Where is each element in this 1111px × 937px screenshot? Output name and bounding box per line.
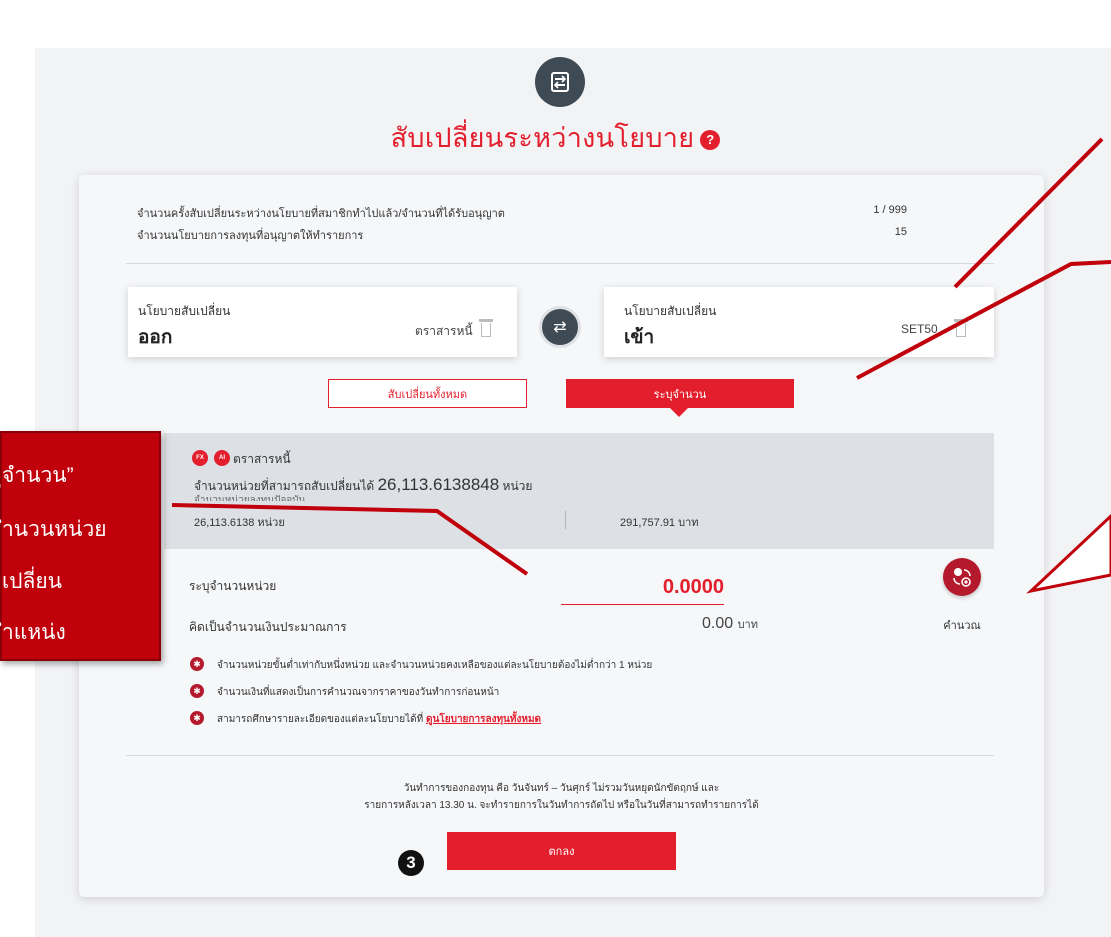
page-title: สับเปลี่ยนระหว่างนโยบาย? bbox=[0, 116, 1111, 159]
calculate-label: คำนวณ bbox=[943, 620, 981, 632]
step-number-badge: 3 bbox=[398, 850, 424, 876]
switch-count-label: จำนวนครั้งสับเปลี่ยนระหว่างนโยบายที่สมาช… bbox=[137, 208, 505, 220]
annotation-callout: ุจำนวน” ำนวนหน่วย เปลี่ยน ำแหน่ง bbox=[0, 431, 161, 661]
holding-label: จำนวนหน่วยลงทุนปัจจุบัน bbox=[194, 495, 306, 501]
trash-icon[interactable] bbox=[479, 319, 493, 337]
exchange-icon bbox=[535, 57, 585, 107]
estimate-unit: บาท bbox=[737, 619, 758, 631]
note-3: สามารถศึกษารายละเอียดของแต่ละนโยบายได้ที… bbox=[217, 712, 541, 727]
allowed-policies-value: 15 bbox=[894, 226, 907, 238]
callout-line-3: เปลี่ยน bbox=[2, 570, 63, 593]
callout-line-4: ำแหน่ง bbox=[2, 621, 66, 644]
switch-out-fund: ตราสารหนี้ bbox=[415, 324, 473, 338]
confirm-button[interactable]: ตกลง bbox=[447, 832, 676, 870]
note-1: จำนวนหน่วยขั้นต่ำเท่ากับหนึ่งหน่วย และจำ… bbox=[217, 660, 653, 671]
divider bbox=[126, 263, 994, 264]
page-title-text: สับเปลี่ยนระหว่างนโยบาย bbox=[390, 123, 695, 153]
switch-out-label: นโยบายสับเปลี่ยน bbox=[138, 304, 231, 318]
divider bbox=[126, 755, 994, 756]
estimate-value: 0.00 บาท bbox=[601, 615, 758, 633]
ai-badge: AI bbox=[214, 450, 230, 466]
allowed-policies-label: จำนวนนโยบายการลงทุนที่อนุญาตให้ทำรายการ bbox=[137, 230, 364, 242]
active-tab-indicator bbox=[670, 408, 688, 417]
tab-specify-amount[interactable]: ระบุจำนวน bbox=[566, 379, 794, 408]
calculate-button[interactable] bbox=[943, 558, 981, 596]
switch-in-direction: เข้า bbox=[624, 327, 655, 348]
all-policies-link[interactable]: ดูนโยบายการลงทุนทั้งหมด bbox=[426, 714, 541, 725]
note-bullet-icon: ✱ bbox=[190, 657, 204, 671]
available-units-value: 26,113.6138848 bbox=[377, 475, 500, 494]
available-suffix: หน่วย bbox=[502, 479, 533, 493]
estimate-label: คิดเป็นจำนวนเงินประมาณการ bbox=[189, 620, 347, 634]
switch-in-fund: SET50 bbox=[901, 322, 938, 336]
switch-count-value: 1 / 999 bbox=[873, 204, 907, 216]
allowed-policies-row: จำนวนนโยบายการลงทุนที่อนุญาตให้ทำรายการ … bbox=[137, 226, 907, 244]
note-2: จำนวนเงินที่แสดงเป็นการคำนวณจากราคาของวั… bbox=[217, 687, 500, 698]
available-prefix: จำนวนหน่วยที่สามารถสับเปลี่ยนได้ bbox=[194, 479, 375, 493]
switch-count-row: จำนวนครั้งสับเปลี่ยนระหว่างนโยบายที่สมาช… bbox=[137, 204, 907, 222]
switch-out-direction: ออก bbox=[138, 327, 173, 348]
callout-line-2: ำนวนหน่วย bbox=[2, 518, 107, 541]
holding-separator bbox=[565, 511, 566, 529]
fund-name: ตราสารหนี้ bbox=[233, 452, 291, 466]
note-bullet-icon: ✱ bbox=[190, 711, 204, 725]
trash-icon[interactable] bbox=[954, 319, 968, 337]
note-bullet-icon: ✱ bbox=[190, 684, 204, 698]
help-icon[interactable]: ? bbox=[700, 129, 721, 150]
estimate-amount: 0.00 bbox=[701, 615, 734, 632]
calculator-swap-icon bbox=[953, 568, 971, 587]
swap-icon[interactable]: ⇄ bbox=[539, 306, 581, 348]
note-3-prefix: สามารถศึกษารายละเอียดของแต่ละนโยบายได้ที… bbox=[217, 714, 424, 725]
switch-out-box[interactable]: นโยบายสับเปลี่ยน ออก ตราสารหนี้ bbox=[128, 287, 517, 357]
holding-units: 26,113.6138 หน่วย bbox=[194, 517, 285, 529]
holding-amount: 291,757.91 บาท bbox=[620, 517, 699, 529]
footer-line-1: วันทำการของกองทุน คือ วันจันทร์ – วันศุก… bbox=[403, 783, 720, 794]
switch-in-label: นโยบายสับเปลี่ยน bbox=[624, 304, 717, 318]
switch-in-box[interactable]: นโยบายสับเปลี่ยน เข้า SET50 bbox=[604, 287, 994, 357]
callout-line-1: ุจำนวน” bbox=[2, 464, 74, 487]
units-label: ระบุจำนวนหน่วย bbox=[189, 579, 277, 593]
tab-switch-all[interactable]: สับเปลี่ยนทั้งหมด bbox=[328, 379, 527, 408]
fx-badge: FX bbox=[192, 450, 208, 466]
units-input[interactable] bbox=[561, 571, 724, 605]
footer-line-2: รายการหลังเวลา 13.30 น. จะทำรายการในวันท… bbox=[364, 800, 759, 811]
